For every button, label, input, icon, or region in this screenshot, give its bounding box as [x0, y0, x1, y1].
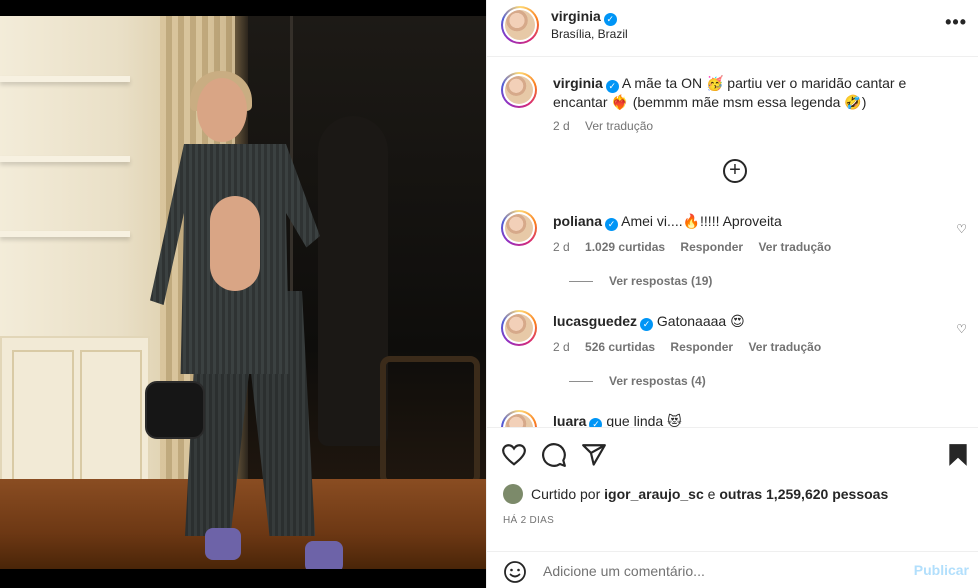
comment-likes[interactable]: 1.029 curtidas — [585, 240, 665, 254]
verified-icon: ✓ — [605, 80, 619, 93]
photo-detail — [318, 116, 388, 446]
caption-meta: 2 d Ver tradução — [553, 119, 665, 133]
bookmark-saved-icon[interactable] — [945, 442, 971, 468]
comment-likes[interactable]: 526 curtidas — [585, 340, 655, 354]
comment-body: luara ✓ que linda 😻 — [553, 412, 953, 427]
verified-icon: ✓ — [605, 218, 619, 231]
verified-icon: ✓ — [640, 318, 654, 331]
liker-avatar[interactable] — [503, 484, 523, 504]
add-comment-bar: Publicar — [487, 551, 978, 588]
author-avatar[interactable] — [501, 6, 539, 44]
emoji-picker-icon[interactable] — [503, 560, 527, 584]
photo-detail — [205, 528, 241, 560]
photo-detail — [380, 356, 480, 486]
like-comment-icon[interactable]: ♡ — [956, 322, 967, 336]
comment-avatar[interactable] — [501, 310, 537, 346]
comment-meta: 2 d 1.029 curtidas Responder Ver traduçã… — [553, 240, 843, 254]
translate-button[interactable]: Ver tradução — [758, 240, 831, 254]
post-location[interactable]: Brasília, Brazil — [551, 27, 628, 41]
photo-detail — [0, 76, 130, 82]
photo-detail — [210, 196, 260, 291]
comment-body: lucasguedez ✓ Gatonaaaa 😍 — [553, 312, 953, 331]
caption-translate[interactable]: Ver tradução — [585, 119, 653, 133]
photo-detail — [305, 541, 343, 569]
comment-body: poliana ✓ Amei vi....🔥!!!!! Aproveita — [553, 212, 953, 231]
like-comment-icon[interactable]: ♡ — [956, 222, 967, 236]
post-photo[interactable] — [0, 16, 486, 569]
load-more-comments-icon[interactable]: + — [723, 159, 747, 183]
caption-time[interactable]: 2 d — [553, 119, 570, 133]
more-options-icon[interactable]: ••• — [945, 12, 967, 33]
comment-text: Gatonaaaa 😍 — [656, 313, 745, 329]
reply-button[interactable]: Responder — [670, 340, 733, 354]
post-header: virginia ✓ Brasília, Brazil ••• — [487, 0, 978, 57]
caption: virginia ✓ A mãe ta ON 🥳 partiu ver o mar… — [501, 72, 971, 152]
view-replies[interactable]: Ver respostas (19) — [569, 274, 712, 288]
publish-button[interactable]: Publicar — [914, 562, 969, 578]
photo-detail — [0, 156, 130, 162]
comment-item: poliana ✓ Amei vi....🔥!!!!! Aproveita ♡ 2… — [501, 210, 971, 300]
comment-time[interactable]: 2 d — [553, 240, 570, 254]
view-replies[interactable]: Ver respostas (4) — [569, 374, 706, 388]
photo-detail — [0, 231, 130, 237]
caption-text: A mãe ta ON 🥳 partiu ver o maridão canta… — [553, 75, 907, 110]
post-media[interactable] — [0, 0, 486, 588]
caption-body: virginia ✓ A mãe ta ON 🥳 partiu ver o mar… — [553, 74, 953, 111]
comment-text: que linda 😻 — [606, 413, 682, 427]
comment-text: Amei vi....🔥!!!!! Aproveita — [621, 213, 782, 229]
comment-username[interactable]: lucasguedez — [553, 313, 637, 329]
photo-detail — [197, 78, 247, 142]
likes-count[interactable]: outras 1,259,620 pessoas — [719, 486, 888, 502]
caption-username[interactable]: virginia — [553, 75, 603, 91]
verified-icon: ✓ — [589, 418, 603, 427]
comment-username[interactable]: luara — [553, 413, 586, 427]
likes-text: Curtido por igor_araujo_sc e outras 1,25… — [531, 486, 889, 502]
liker-username[interactable]: igor_araujo_sc — [604, 486, 704, 502]
post-panel: virginia ✓ Brasília, Brazil ••• virginia ✓… — [486, 0, 978, 588]
like-heart-icon[interactable] — [501, 442, 527, 468]
photo-detail — [0, 479, 486, 569]
comments-list[interactable]: virginia ✓ A mãe ta ON 🥳 partiu ver o mar… — [487, 57, 978, 427]
translate-button[interactable]: Ver tradução — [748, 340, 821, 354]
comment-bubble-icon[interactable] — [541, 442, 567, 468]
verified-icon: ✓ — [603, 13, 617, 26]
reply-button[interactable]: Responder — [680, 240, 743, 254]
post-timestamp[interactable]: HÁ 2 DIAS — [503, 515, 554, 526]
caption-avatar[interactable] — [501, 72, 537, 108]
author-name-row: virginia ✓ — [551, 8, 617, 26]
share-send-icon[interactable] — [581, 442, 607, 468]
author-username[interactable]: virginia — [551, 8, 601, 24]
comment-avatar[interactable] — [501, 410, 537, 427]
comment-item: luara ✓ que linda 😻 — [501, 410, 971, 427]
action-bar — [487, 427, 978, 483]
comment-input[interactable] — [543, 560, 903, 582]
comment-avatar[interactable] — [501, 210, 537, 246]
comment-meta: 2 d 526 curtidas Responder Ver tradução — [553, 340, 833, 354]
comment-username[interactable]: poliana — [553, 213, 602, 229]
comment-time[interactable]: 2 d — [553, 340, 570, 354]
photo-detail — [145, 381, 205, 439]
comment-item: lucasguedez ✓ Gatonaaaa 😍 ♡ 2 d 526 curti… — [501, 310, 971, 400]
